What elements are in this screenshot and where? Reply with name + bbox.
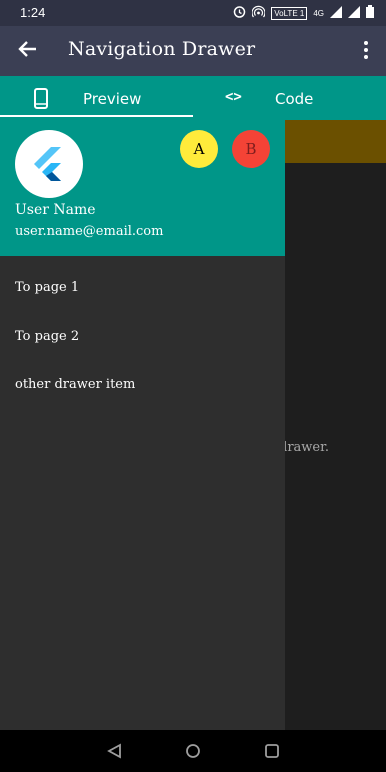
account-email: user.name@email.com <box>15 224 164 239</box>
network-type: 4G <box>313 8 324 18</box>
drawer-item-page-1[interactable]: To page 1 <box>15 280 79 295</box>
hotspot-icon <box>251 5 266 21</box>
account-b-avatar[interactable]: B <box>232 130 270 168</box>
battery-icon <box>366 5 374 21</box>
navigation-drawer: A B User Name user.name@email.com To pag… <box>0 120 285 730</box>
arrow-left-icon <box>18 41 36 57</box>
signal-icon <box>330 5 342 21</box>
volte-badge: VoLTE 1 <box>271 6 308 20</box>
overflow-menu-button[interactable] <box>362 40 370 60</box>
nav-home-icon[interactable] <box>185 743 201 763</box>
more-vert-icon <box>364 41 368 59</box>
tab-indicator <box>0 115 193 117</box>
drawer-header: A B User Name user.name@email.com <box>0 120 285 256</box>
nav-recent-apps-icon[interactable] <box>264 743 280 763</box>
tab-bar: Preview <> Code <box>0 76 386 120</box>
app-bar: Navigation Drawer <box>0 26 386 76</box>
drawer-item-other[interactable]: other drawer item <box>15 377 135 392</box>
alarm-icon <box>233 5 246 21</box>
signal-icon-2 <box>348 5 360 21</box>
status-icons: VoLTE 1 4G <box>233 5 374 21</box>
phone-icon <box>34 88 48 113</box>
nav-back-icon[interactable] <box>106 743 122 763</box>
account-a-avatar[interactable]: A <box>180 130 218 168</box>
system-nav-bar <box>0 730 386 772</box>
back-button[interactable] <box>16 37 38 61</box>
tab-preview[interactable]: Preview <box>0 76 193 120</box>
page-title: Navigation Drawer <box>68 38 256 60</box>
tab-code-label: Code <box>275 90 314 108</box>
status-time: 1:24 <box>20 5 46 20</box>
tab-preview-label: Preview <box>83 90 142 108</box>
background-app-bar <box>285 120 386 163</box>
avatar[interactable] <box>15 130 83 198</box>
account-name: User Name <box>15 202 96 218</box>
background-body-text: drawer. <box>285 440 330 455</box>
status-bar: 1:24 VoLTE 1 4G <box>0 0 386 26</box>
flutter-logo-icon <box>34 147 61 181</box>
drawer-item-page-2[interactable]: To page 2 <box>15 329 79 344</box>
tab-code[interactable]: <> Code <box>193 76 386 120</box>
code-icon: <> <box>225 89 242 105</box>
